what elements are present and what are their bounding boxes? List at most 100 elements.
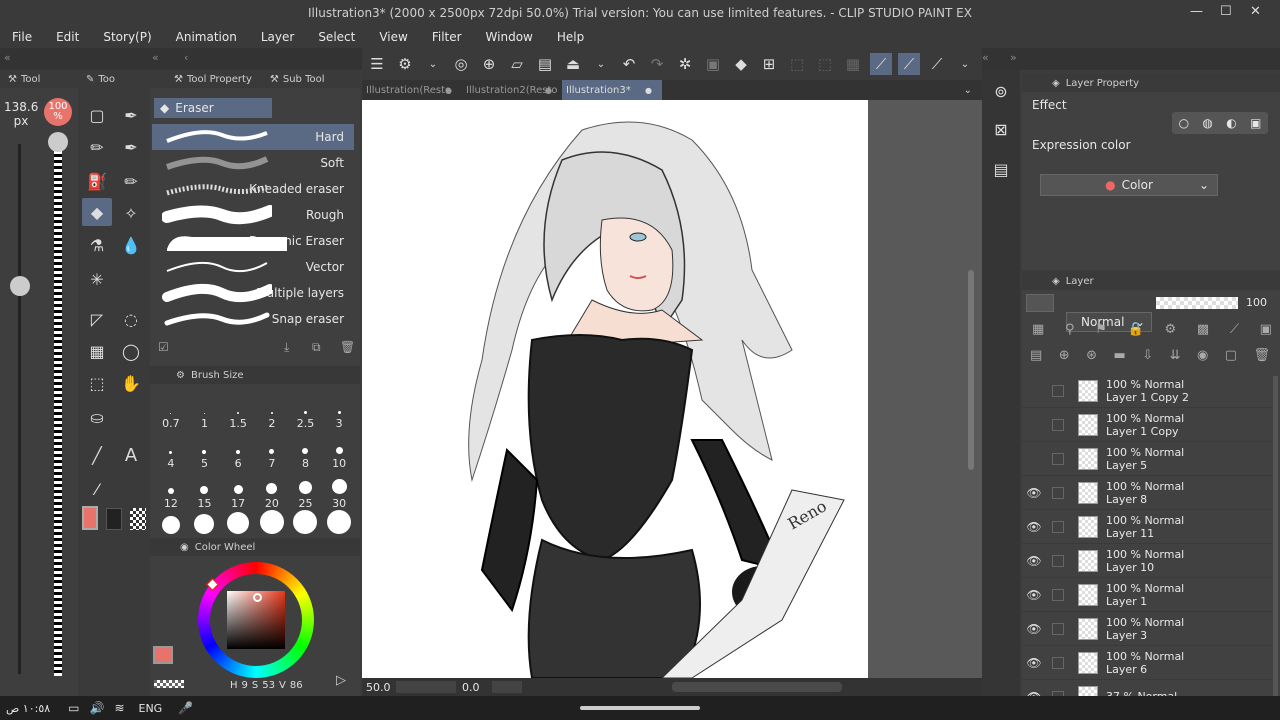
learn-icon[interactable]: ◎ [450, 53, 472, 75]
more-effect-icon[interactable]: ▣ [1250, 116, 1261, 130]
subtool-group-header[interactable]: ◆ Eraser [154, 98, 272, 118]
eye-icon[interactable]: 👁 [1022, 656, 1046, 670]
dropdown-icon[interactable]: ⌄ [590, 53, 612, 75]
canvas-horizontal-scrollbar[interactable] [672, 682, 842, 692]
brush-size-option[interactable]: 25 [289, 470, 323, 510]
brush-size-option[interactable]: 30 [322, 470, 356, 510]
transfer-down-icon[interactable]: ⇩ [1142, 348, 1153, 363]
layer-color-icon[interactable]: ◐ [1226, 116, 1236, 130]
opacity-bar[interactable] [1156, 297, 1238, 309]
new-raster-layer-icon[interactable]: ⊕ [1059, 348, 1070, 363]
layer-row[interactable]: 👁 100 % Normal Layer 1 [1022, 578, 1272, 612]
rotation-value[interactable]: 0.0 [462, 681, 492, 694]
collapse-right-icon[interactable]: « [982, 51, 989, 64]
subtool-item[interactable]: Soft [152, 150, 354, 176]
close-icon[interactable]: ✕ [1250, 4, 1261, 19]
clock[interactable]: ١٠:٥٨ ص [6, 702, 50, 715]
canvas-paper[interactable]: Reno [362, 100, 868, 679]
subtool-item[interactable]: Kneaded eraser [152, 176, 354, 202]
layer-row[interactable]: 👁 100 % Normal Layer 8 [1022, 476, 1272, 510]
brush-size-option[interactable]: 6 [221, 430, 255, 470]
menu-select[interactable]: Select [306, 30, 367, 44]
subtool-delete-icon[interactable]: 🗑 [340, 340, 355, 354]
airbrush-tool-icon[interactable]: ⛽ [84, 168, 110, 194]
subtool-copy-icon[interactable]: ⤓ [284, 340, 289, 355]
text-tool-icon[interactable]: A [118, 442, 144, 468]
layer-row[interactable]: 100 % Normal Layer 5 [1022, 442, 1272, 476]
brush-size-option[interactable]: 4 [154, 430, 188, 470]
brush-size-option[interactable]: 2.5 [289, 390, 323, 430]
3d-model-tool-icon[interactable]: ⬚ [84, 370, 110, 396]
blend-tool-icon[interactable]: ⚗ [84, 232, 110, 258]
tool-tab[interactable]: ⚒ Tool [0, 70, 78, 88]
brush-size-option[interactable]: 20 [255, 470, 289, 510]
layer-color-icon[interactable]: ▣ [1260, 322, 1272, 337]
pen-nib-icon[interactable]: ✒ [118, 134, 144, 160]
eye-icon[interactable]: 👁 [1022, 554, 1046, 568]
brush-size-option[interactable]: 3 [322, 390, 356, 430]
brush-tool-icon[interactable]: ✏ [118, 168, 144, 194]
clip-layer-icon[interactable]: ⚲ [1065, 322, 1075, 337]
color-picker-handle[interactable] [253, 593, 262, 602]
zoom-value[interactable]: 50.0 [362, 681, 396, 694]
layer-opacity-value[interactable]: 100 [1246, 296, 1267, 309]
subtool-duplicate-icon[interactable]: ⧉ [312, 340, 321, 355]
layer-row[interactable]: 👁 100 % Normal Layer 6 [1022, 646, 1272, 680]
export-icon[interactable]: ⏏ [562, 53, 584, 75]
new-vector-layer-icon[interactable]: ⊛ [1086, 348, 1097, 363]
main-color-swatch[interactable] [82, 506, 98, 530]
doc-tab-active[interactable]: Illustration3* ● [562, 80, 662, 100]
brush-size-option[interactable]: 1.5 [221, 390, 255, 430]
mask-layer-icon[interactable]: ◉ [1197, 348, 1208, 363]
clear-icon[interactable]: ▣ [702, 53, 724, 75]
subtool-item[interactable]: Vector [152, 254, 354, 280]
subtool-item[interactable]: Rough [152, 202, 354, 228]
brush-size-option[interactable]: 15 [188, 470, 222, 510]
menu-edit[interactable]: Edit [44, 30, 91, 44]
subtool-item[interactable]: Dynamic Eraser [152, 228, 354, 254]
dropdown-icon[interactable]: ⌄ [954, 53, 976, 75]
opacity-slider-handle[interactable] [48, 132, 68, 152]
eye-icon[interactable]: 👁 [1022, 520, 1046, 534]
ruler-icon[interactable]: ⟋ [1230, 322, 1239, 337]
tool-property-tab[interactable]: Tool Property [187, 74, 252, 85]
menu-animation[interactable]: Animation [164, 30, 249, 44]
canvas-vertical-scrollbar[interactable] [968, 270, 974, 470]
layer-select-checkbox[interactable] [1052, 452, 1064, 465]
sub-tool-tab[interactable]: Sub Tool [283, 74, 325, 85]
open-folder-icon[interactable]: ▱ [506, 53, 528, 75]
menu-icon[interactable]: ☰ [366, 53, 388, 75]
pen-tool-icon[interactable]: ✒ [118, 102, 144, 128]
eye-icon[interactable]: 👁 [1022, 588, 1046, 602]
balloon-tool-icon[interactable]: ◯ [118, 338, 144, 364]
brush-size-option[interactable]: 0.7 [154, 390, 188, 430]
size-slider-handle[interactable] [10, 276, 30, 296]
collapse-icon[interactable]: « [152, 51, 159, 64]
layer-row[interactable]: 👁 100 % Normal Layer 11 [1022, 510, 1272, 544]
hand-tool-icon[interactable]: ✋ [118, 370, 144, 396]
layer-row[interactable]: 👁 100 % Normal Layer 10 [1022, 544, 1272, 578]
current-color-swatch[interactable] [153, 646, 173, 664]
layer-color-select[interactable] [1026, 294, 1054, 312]
brush-size-option[interactable]: 10 [322, 430, 356, 470]
microphone-icon[interactable]: 🎤 [178, 701, 193, 715]
fill-tool-icon[interactable]: ⛀ [84, 404, 110, 430]
save-icon[interactable]: ▤ [534, 53, 556, 75]
layer-select-checkbox[interactable] [1052, 554, 1064, 567]
subtool-item[interactable]: Hard [152, 124, 354, 150]
draft-layer-icon[interactable]: ⚙ [1164, 322, 1176, 337]
brush-size-option[interactable]: 12 [154, 470, 188, 510]
menu-story[interactable]: Story(P) [91, 30, 163, 44]
home-indicator[interactable] [580, 706, 700, 710]
material-icon[interactable]: ⊠ [988, 116, 1014, 142]
layer-select-checkbox[interactable] [1052, 656, 1064, 669]
canvas-area[interactable]: Reno [362, 100, 982, 679]
subtool-settings-icon[interactable]: ☑ [158, 340, 169, 354]
frame-tool-icon[interactable]: ▦ [84, 338, 110, 364]
layer-select-checkbox[interactable] [1052, 588, 1064, 601]
subtool-item[interactable]: Multiple layers [152, 280, 354, 306]
brush-size-option[interactable]: 8 [289, 430, 323, 470]
opacity-slider-track[interactable] [54, 144, 62, 676]
auto-select-icon[interactable]: ✳ [84, 266, 110, 292]
layer-select-checkbox[interactable] [1052, 520, 1064, 533]
